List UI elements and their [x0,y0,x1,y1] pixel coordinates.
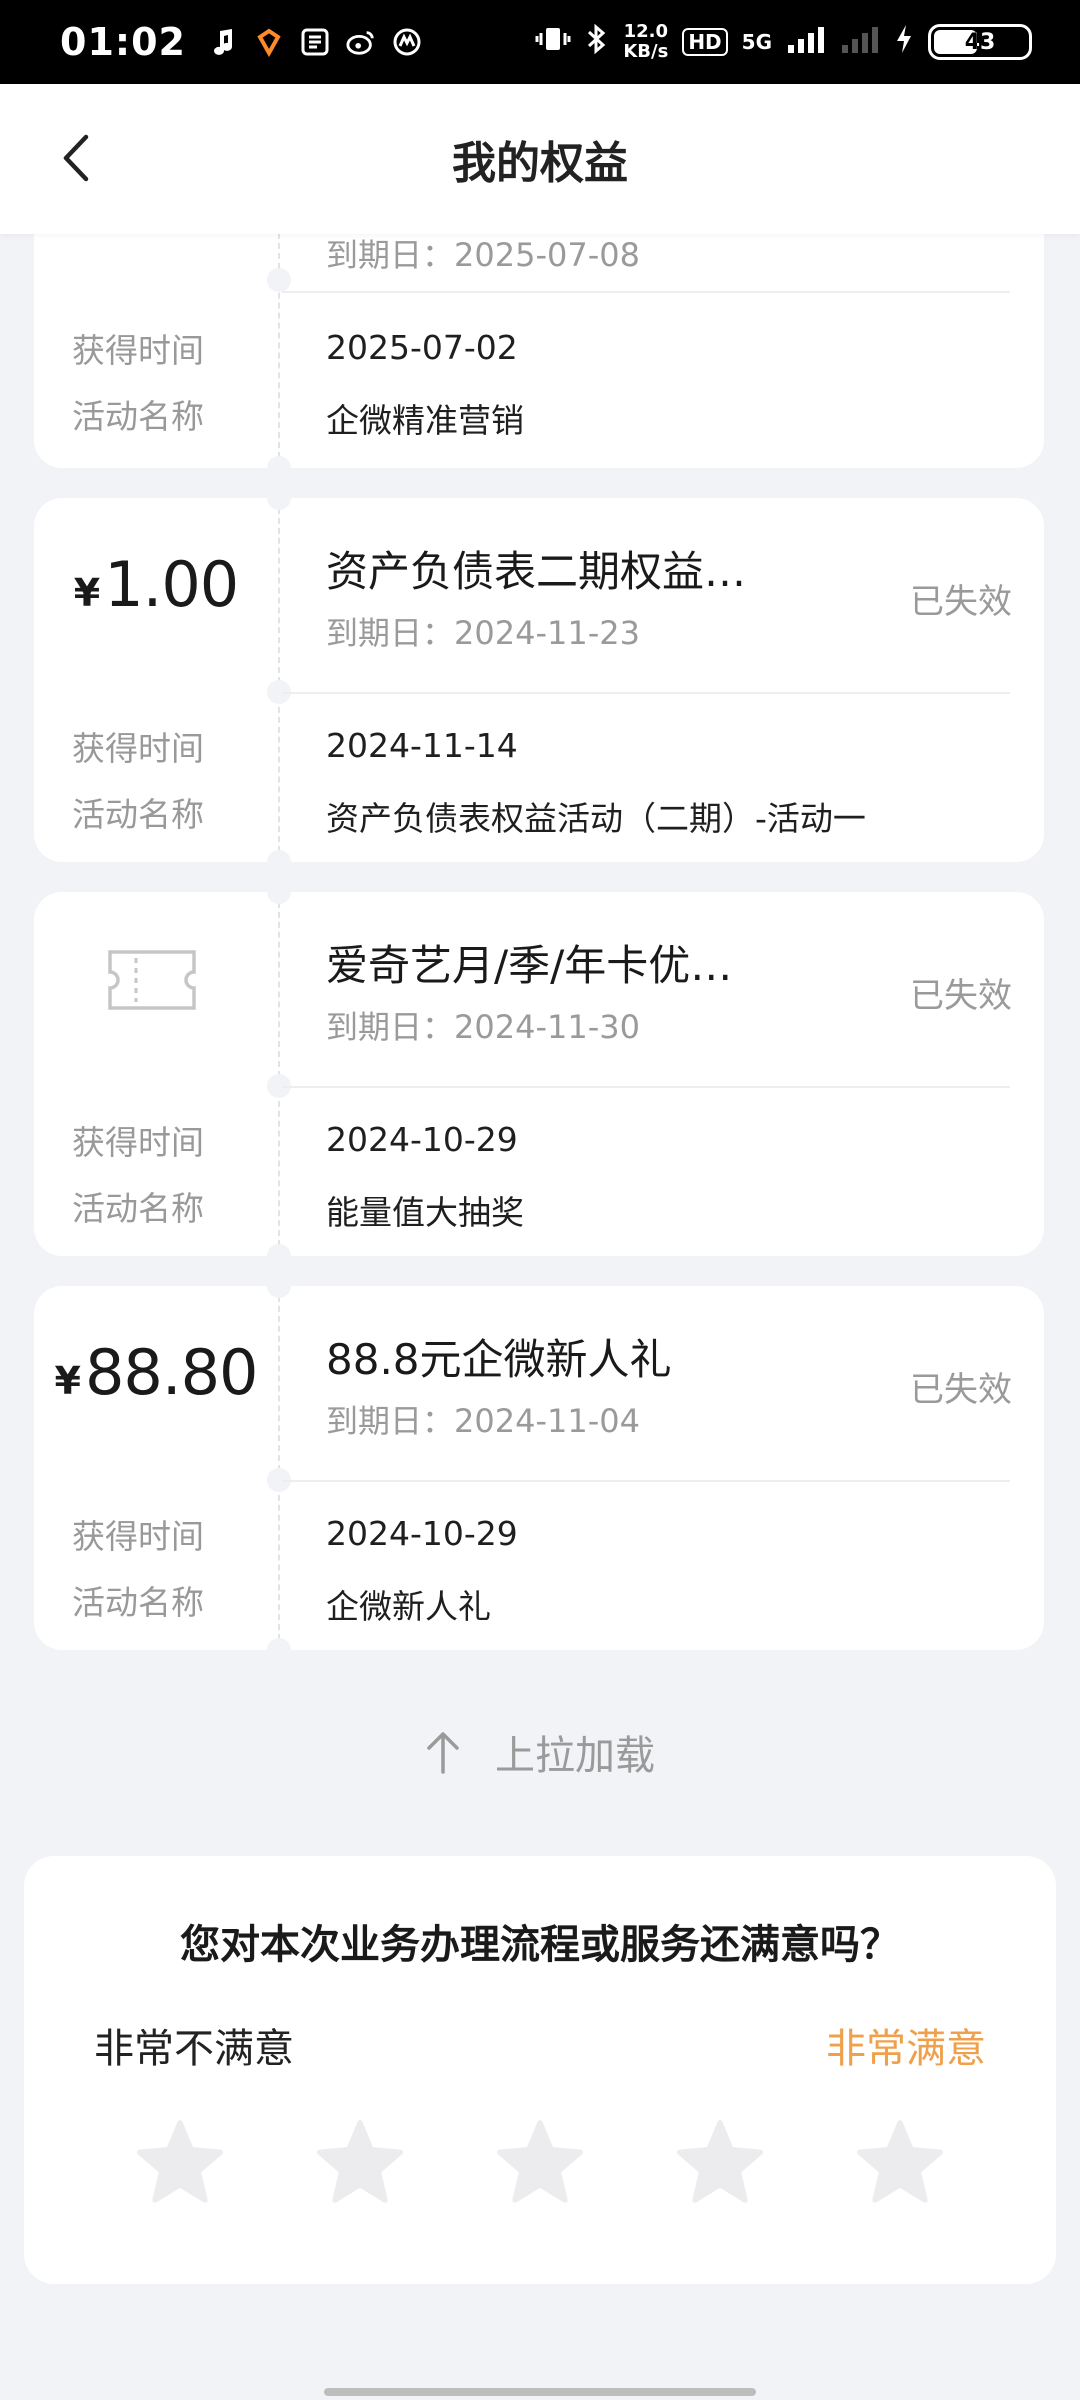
benefit-title: 88.8元企微新人礼 [326,1335,672,1384]
activity-name-label: 活动名称 [72,1189,204,1228]
benefit-amount: ¥1.00 [73,548,240,621]
weibo-icon [346,27,376,57]
signal-bars-weak-icon [840,25,880,59]
activity-name-label: 活动名称 [72,397,204,436]
activity-name-value: 企微新人礼 [326,1587,491,1626]
status-time: 01:02 [60,20,186,64]
obtain-time-label: 获得时间 [72,1123,204,1162]
star-icon [316,2120,403,2203]
chevron-left-icon [63,134,89,182]
benefit-title: 爱奇艺月/季/年卡优… [326,941,733,990]
home-indicator[interactable] [324,2388,756,2396]
app-square-icon [300,27,330,57]
status-badge: 已失效 [910,582,1012,622]
rating-high-label: 非常满意 [826,2026,986,2072]
network-speed: 12.0 KB/s [623,21,669,62]
activity-name-value: 能量值大抽奖 [326,1193,524,1232]
obtain-time-value: 2024-11-14 [326,726,518,765]
star-4[interactable] [674,2118,766,2206]
benefit-amount: ¥88.80 [54,1336,259,1409]
pull-to-load[interactable]: 上拉加载 [0,1712,1080,1792]
notification-icons [208,27,422,57]
benefit-card[interactable]: 爱奇艺月/季/年卡优… 到期日：2024-11-30 已失效 获得时间 2024… [34,892,1044,1256]
activity-name-label: 活动名称 [72,1583,204,1622]
obtain-time-value: 2024-10-29 [326,1120,518,1159]
nav-bar: 我的权益 [0,84,1080,234]
ticket-icon [108,950,196,1010]
obtain-time-value: 2024-10-29 [326,1514,518,1553]
expire-date: 到期日：2024-11-23 [326,614,640,652]
arrow-up-icon [427,1732,459,1774]
charging-bolt-icon [894,23,914,61]
benefit-card[interactable]: ¥1.00 资产负债表二期权益… 到期日：2024-11-23 已失效 获得时间… [34,498,1044,862]
activity-name-value: 资产负债表权益活动（二期）-活动一 [326,799,866,838]
benefit-card[interactable]: 到期日：2025-07-08 获得时间 2025-07-02 活动名称 企微精准… [34,234,1044,468]
rating-low-label: 非常不满意 [94,2026,294,2072]
satisfaction-survey: 您对本次业务办理流程或服务还满意吗？ 非常不满意 非常满意 [24,1856,1056,2284]
system-indicators: 12.0 KB/s HD 5G 43 [535,22,1032,62]
music-note-icon [208,27,238,57]
signal-bars-icon [786,25,826,59]
star-icon [137,2120,223,2203]
obtain-time-label: 获得时间 [72,729,204,768]
app-heart-icon [254,27,284,57]
status-badge: 已失效 [910,1370,1012,1410]
obtain-time-value: 2025-07-02 [326,328,518,367]
star-icon [857,2120,944,2203]
signal-label: 5G [741,30,772,54]
benefit-title: 资产负债表二期权益… [326,547,747,596]
pull-load-label: 上拉加载 [495,1733,655,1779]
star-1[interactable] [134,2118,226,2206]
star-icon [496,2120,583,2203]
obtain-time-label: 获得时间 [72,1517,204,1556]
star-5[interactable] [854,2118,946,2206]
obtain-time-label: 获得时间 [72,331,204,370]
back-button[interactable] [50,128,100,188]
survey-question: 您对本次业务办理流程或服务还满意吗？ [180,1922,900,1968]
expire-date: 到期日：2025-07-08 [326,236,640,274]
expire-date: 到期日：2024-11-04 [326,1402,640,1440]
hd-badge: HD [682,28,728,56]
status-bar: 01:02 12.0 KB/s HD 5G 43 [0,0,1080,84]
bluetooth-icon [585,23,609,61]
activity-name-label: 活动名称 [72,795,204,834]
star-rating [134,2118,946,2206]
star-3[interactable] [494,2118,586,2206]
status-badge: 已失效 [910,976,1012,1016]
app-circle-icon [392,27,422,57]
battery-level: 43 [964,29,996,55]
battery-icon: 43 [928,24,1032,60]
benefits-list[interactable]: 到期日：2025-07-08 获得时间 2025-07-02 活动名称 企微精准… [0,234,1080,2400]
expire-date: 到期日：2024-11-30 [326,1008,640,1046]
benefit-card[interactable]: ¥88.80 88.8元企微新人礼 到期日：2024-11-04 已失效 获得时… [34,1286,1044,1650]
page-title: 我的权益 [452,138,628,189]
star-2[interactable] [314,2118,406,2206]
vibrate-icon [535,24,571,60]
star-icon [677,2120,764,2203]
activity-name-value: 企微精准营销 [326,401,524,440]
